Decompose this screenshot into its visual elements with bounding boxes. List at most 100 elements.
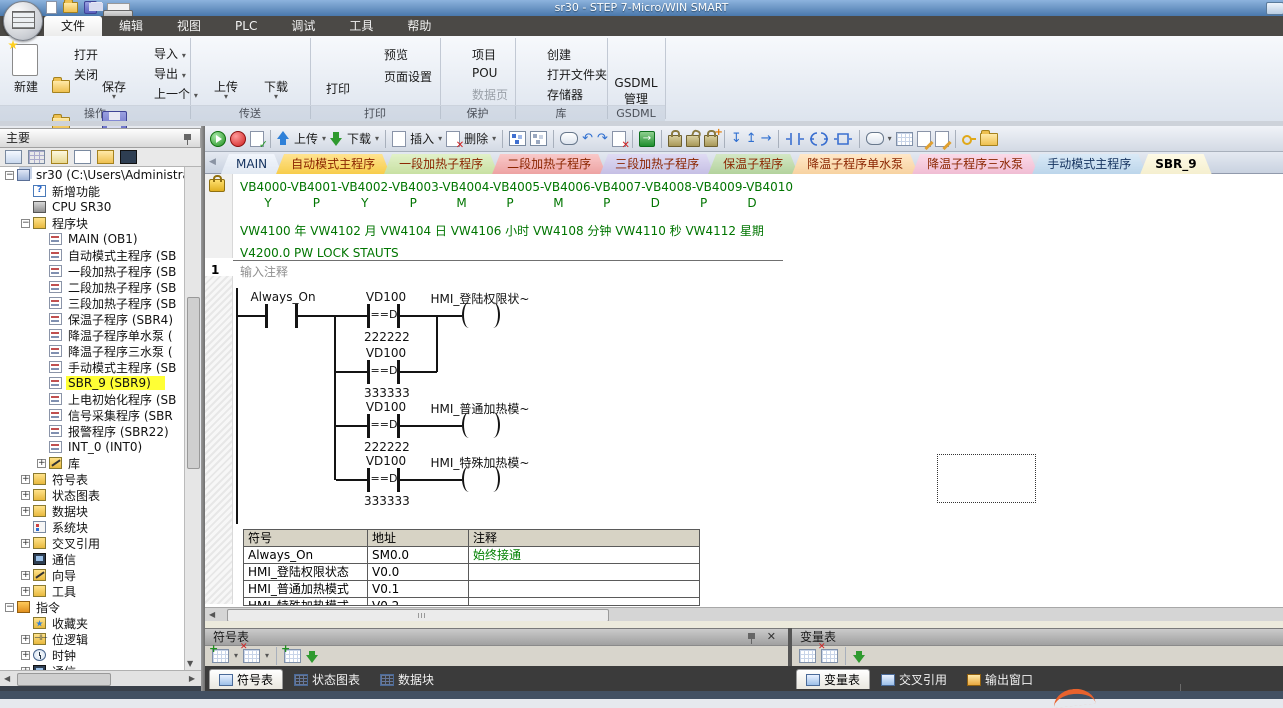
undo-icon[interactable]: ↶ [582,131,593,146]
pin-icon[interactable] [747,632,756,644]
edit-alt-icon[interactable] [935,131,949,147]
compare-op[interactable]: ==D [369,308,399,321]
header-comment-line4[interactable]: V4200.0 PW LOCK STAUTS [240,246,940,260]
download-toolbar-button[interactable]: 下载 [347,130,371,147]
editor-horizontal-scrollbar[interactable]: ◀ [205,607,1283,621]
editor-tab[interactable]: 保温子程序 [708,154,798,174]
key-icon[interactable] [962,134,976,144]
download-icon[interactable] [330,131,343,146]
expand-icon[interactable]: + [21,507,30,516]
collapse-icon[interactable]: − [21,219,30,228]
scroll-right-icon[interactable]: ▶ [189,674,195,683]
open-icon[interactable] [52,80,70,93]
table-row[interactable]: HMI_登陆权限状态 V0.0 [244,564,699,581]
delete-button[interactable]: 删除 [464,130,488,147]
protect-project-button[interactable]: 项目 [472,46,496,63]
header-comment-line3[interactable]: VW4100 年 VW4102 月 VW4104 日 VW4106 小时 VW4… [240,222,940,239]
tree-item[interactable]: 保温子程序 (SBR4) [0,311,184,327]
expand-icon[interactable]: + [21,539,30,548]
delete-table-icon[interactable] [243,649,260,663]
edit-icon[interactable] [917,131,931,147]
print-button[interactable]: 打印 [318,80,358,97]
stop-icon[interactable] [230,131,246,147]
page-setup-button[interactable]: 页面设置 [384,68,432,85]
box-icon[interactable] [833,132,853,146]
collapse-icon[interactable]: − [5,171,14,180]
tree-item[interactable]: +数据块 [0,503,184,519]
editor-tab[interactable]: 手动模式主程序 [1032,154,1146,174]
table-row[interactable]: Always_On SM0.0 始终接通 [244,547,699,564]
gsdml-manage-button[interactable]: GSDML [607,76,665,90]
network-dim-icon[interactable] [530,131,547,146]
lock-icon[interactable] [668,135,682,147]
tree-item[interactable]: 二段加热子程序 (SB [0,279,184,295]
upload-icon[interactable] [277,131,290,146]
scrollbar-thumb[interactable] [187,297,200,469]
tree-item[interactable]: 系统块 [0,519,184,535]
note-icon[interactable] [74,150,91,164]
open-folder-icon[interactable] [63,2,78,13]
lock-add-icon[interactable] [704,135,718,147]
editor-tab[interactable]: 二段加热子程序 [492,154,606,174]
table-row[interactable]: HMI_特殊加热模式 V0.2 [244,598,699,606]
open-button[interactable]: 打开 [74,46,98,63]
save-icon[interactable] [84,1,97,14]
card-icon[interactable] [97,150,114,164]
menu-tab-help[interactable]: 帮助 [390,16,448,36]
save-dropdown-caret[interactable]: ▾ [94,93,134,101]
import-button[interactable]: 导入 ▾ [154,45,186,62]
branch-down-icon[interactable]: ↧ [731,131,742,146]
run-icon[interactable] [210,131,226,147]
menu-tab-file[interactable]: 文件 [44,16,102,36]
coil-label[interactable]: HMI_特殊加热模~ [415,454,545,471]
expand-icon[interactable]: + [21,571,30,580]
tree-item[interactable]: 上电初始化程序 (SB [0,391,184,407]
panel-tab[interactable]: 符号表 [209,669,283,689]
library-create-button[interactable]: 创建 [547,46,571,63]
delete-icon[interactable] [446,131,460,147]
panel-tab[interactable]: 输出窗口 [958,670,1042,689]
panel-tab[interactable]: 交叉引用 [872,670,956,689]
tree-item[interactable]: 一段加热子程序 (SB [0,263,184,279]
insert-icon[interactable] [392,131,406,147]
export-button[interactable]: 导出 ▾ [154,65,186,82]
compare-value[interactable]: 222222 [364,330,410,344]
add-table-icon[interactable] [212,649,229,663]
header-comment-line1[interactable]: VB4000-VB4001-VB4002-VB4003-VB4004-VB400… [240,180,940,194]
tree-item[interactable]: +交叉引用 [0,535,184,551]
tab-scroll-left-icon[interactable]: ◀ [209,157,216,167]
add-variable-icon[interactable] [799,649,816,663]
window-control-button[interactable] [1266,2,1283,15]
tree-item[interactable]: INT_0 (INT0) [0,439,184,455]
preview-button[interactable]: 预览 [384,46,408,63]
print-icon[interactable] [103,3,117,13]
compare-operand[interactable]: VD100 [356,290,416,304]
network-symbol-table[interactable]: 符号 地址 注释 Always_On SM0.0 始终接通 HMI_登陆权限状态… [243,529,700,606]
monitor-icon[interactable] [120,150,137,164]
previous-button[interactable]: 上一个 ▾ [154,85,198,102]
branch-up-icon[interactable]: ↥ [746,131,757,146]
pin-icon[interactable] [183,133,192,145]
tree-item[interactable]: −指令 [0,599,184,615]
coil-icon[interactable] [809,132,829,146]
expand-icon[interactable]: + [21,475,30,484]
tree-item[interactable]: +向导 [0,567,184,583]
expand-icon[interactable]: + [21,587,30,596]
editor-tab[interactable]: 一段加热子程序 [384,154,498,174]
new-button[interactable]: 新建 [4,78,48,95]
comment-icon[interactable] [560,132,578,145]
editor-tab[interactable]: SBR_9 [1140,154,1211,174]
menu-tab-plc[interactable]: PLC [218,16,274,36]
address-table-icon[interactable] [896,132,913,146]
tree-item[interactable]: 降温子程序单水泵 ( [0,327,184,343]
menu-tab-view[interactable]: 视图 [160,16,218,36]
new-project-icon[interactable] [12,44,38,76]
expand-icon[interactable]: + [37,459,46,468]
tree-item[interactable]: +库 [0,455,184,471]
goto-icon[interactable]: → [639,131,655,147]
tree-item[interactable]: +时钟 [0,647,184,663]
apply-icon[interactable] [853,650,866,663]
app-menu-orb[interactable] [3,1,43,41]
protect-pou-button[interactable]: POU [472,66,497,80]
clear-icon[interactable] [612,131,626,147]
